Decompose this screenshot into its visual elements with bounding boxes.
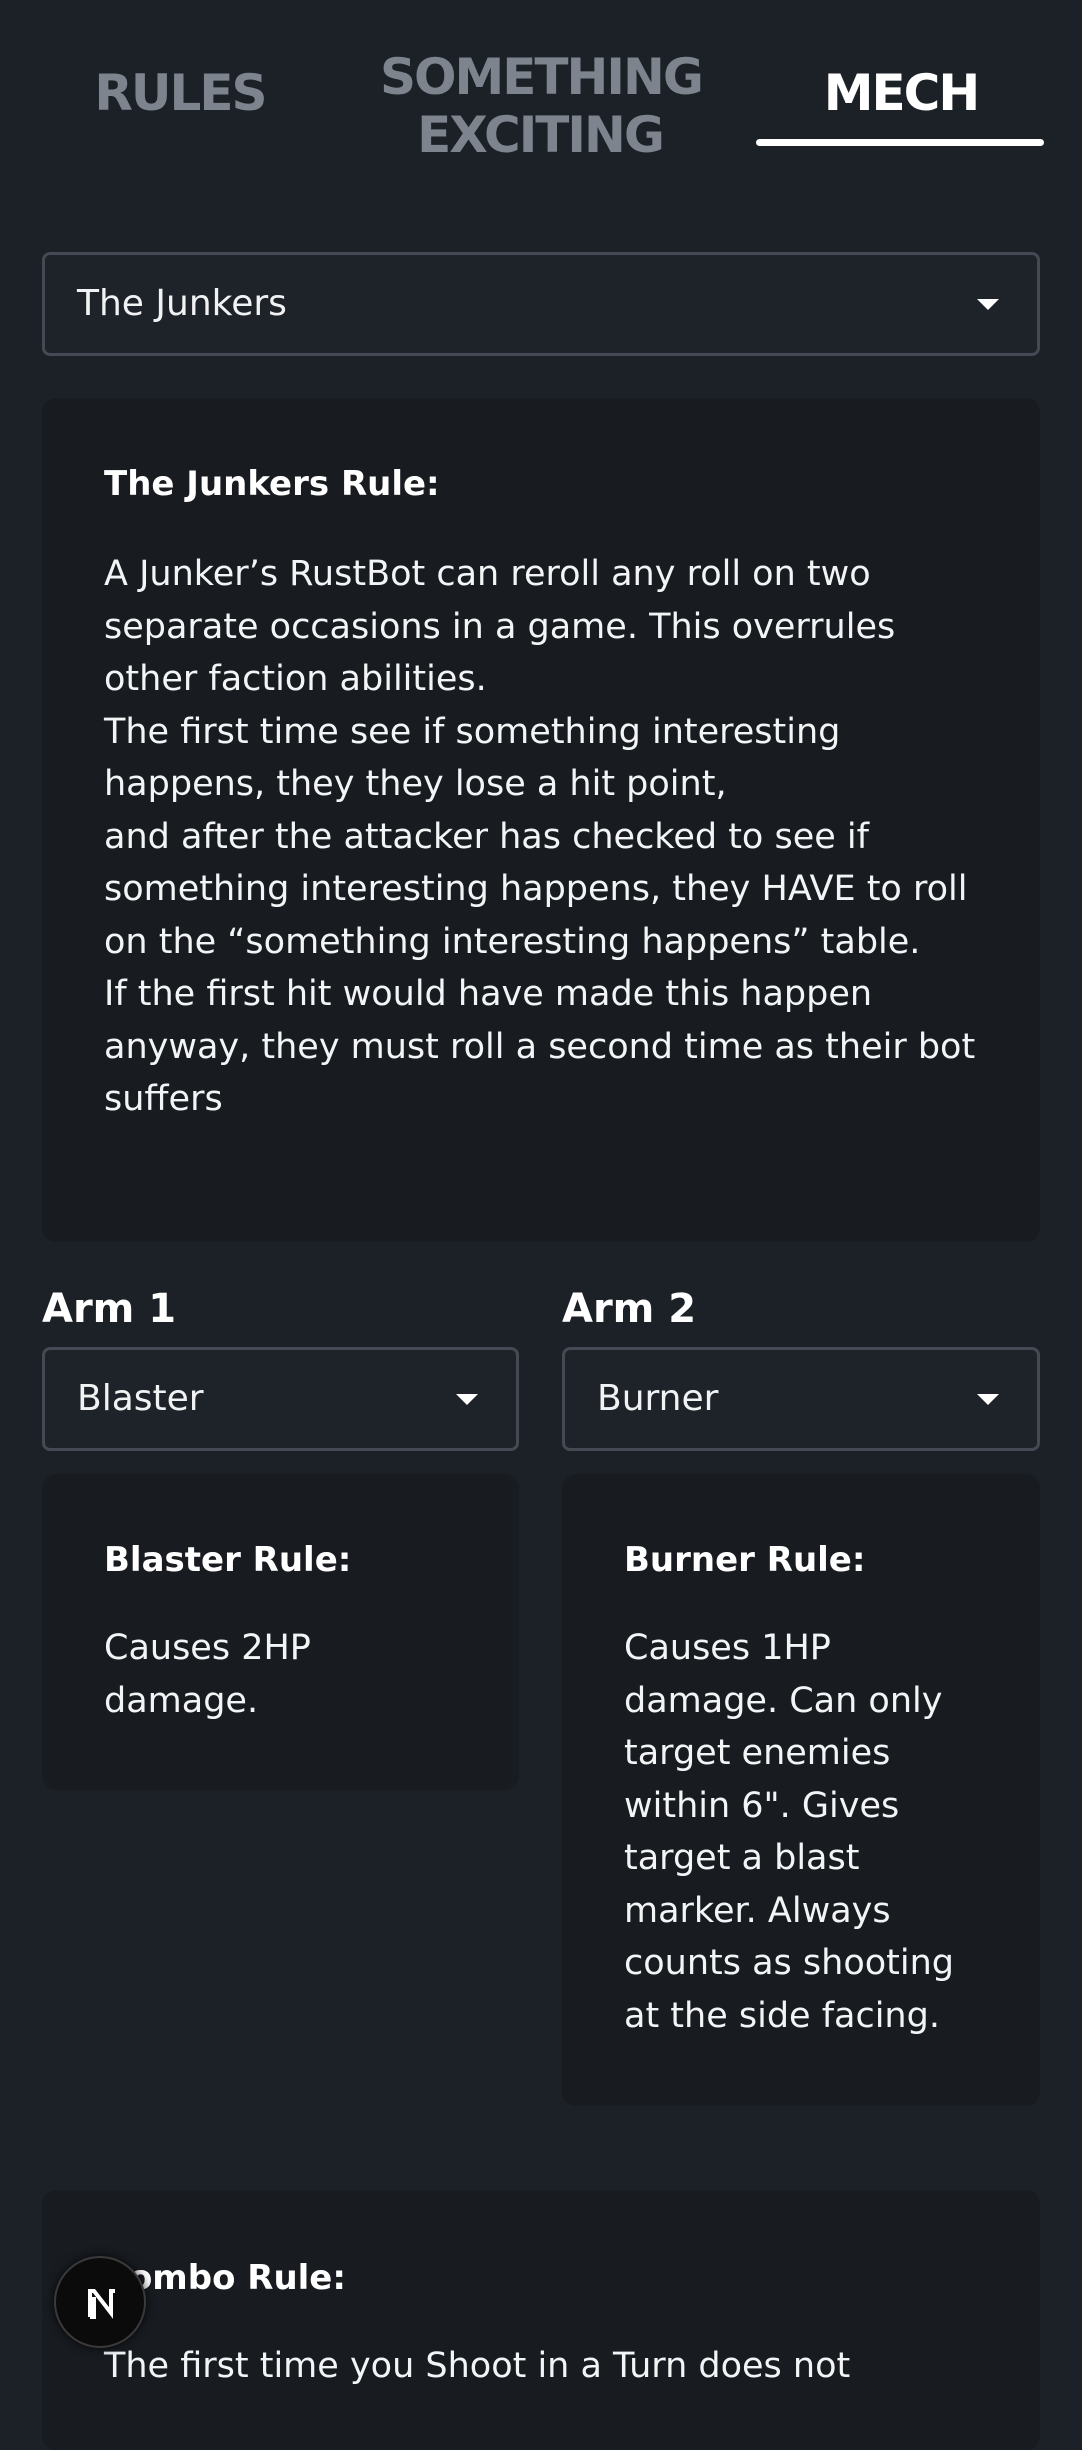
arm2-label: Arm 2 [562, 1286, 697, 1332]
nextjs-n-logo-icon [88, 2289, 115, 2319]
caret-down-icon [456, 1394, 478, 1405]
arm1-rule-title: Blaster Rule: [104, 1540, 352, 1580]
faction-rule-card: The Junkers Rule: A Junker’s RustBot can… [42, 398, 1040, 1242]
tab-mech[interactable]: MECH [756, 64, 1046, 122]
tab-bar: RULES SOMETHING EXCITING MECH [0, 0, 1082, 190]
caret-down-icon [977, 1394, 999, 1405]
tab-something-exciting-line1: SOMETHING [380, 48, 704, 106]
arm2-select[interactable]: Burner [562, 1347, 1040, 1451]
active-tab-indicator [756, 139, 1044, 146]
nextjs-devtools-button[interactable] [54, 2256, 146, 2348]
arm1-select-value: Blaster [77, 1378, 204, 1419]
faction-rule-text: A Junker’s RustBot can reroll any roll o… [104, 554, 976, 1119]
tab-rules[interactable]: RULES [40, 64, 320, 122]
arm1-rule-text: Causes 2HP damage. [104, 1628, 311, 1721]
tab-something-exciting-line2: EXCITING [417, 106, 665, 164]
faction-rule-title: The Junkers Rule: [104, 464, 440, 504]
faction-select[interactable]: The Junkers [42, 252, 1040, 356]
combo-rule-card: Combo Rule: The first time you Shoot in … [42, 2190, 1040, 2450]
arm1-label: Arm 1 [42, 1286, 177, 1332]
combo-rule-text: The first time you Shoot in a Turn does … [104, 2346, 851, 2386]
arm2-rule-card: Burner Rule: Causes 1HP damage. Can only… [562, 1474, 1040, 2106]
faction-select-value: The Junkers [77, 283, 287, 324]
arm2-select-value: Burner [597, 1378, 719, 1419]
tab-something-exciting[interactable]: SOMETHING EXCITING [380, 48, 704, 164]
arm2-rule-text: Causes 1HP damage. Can only target enemi… [624, 1628, 955, 2036]
caret-down-icon [977, 299, 999, 310]
arm1-rule-card: Blaster Rule: Causes 2HP damage. [42, 1474, 519, 1790]
arm2-rule-title: Burner Rule: [624, 1540, 866, 1580]
arm1-select[interactable]: Blaster [42, 1347, 519, 1451]
